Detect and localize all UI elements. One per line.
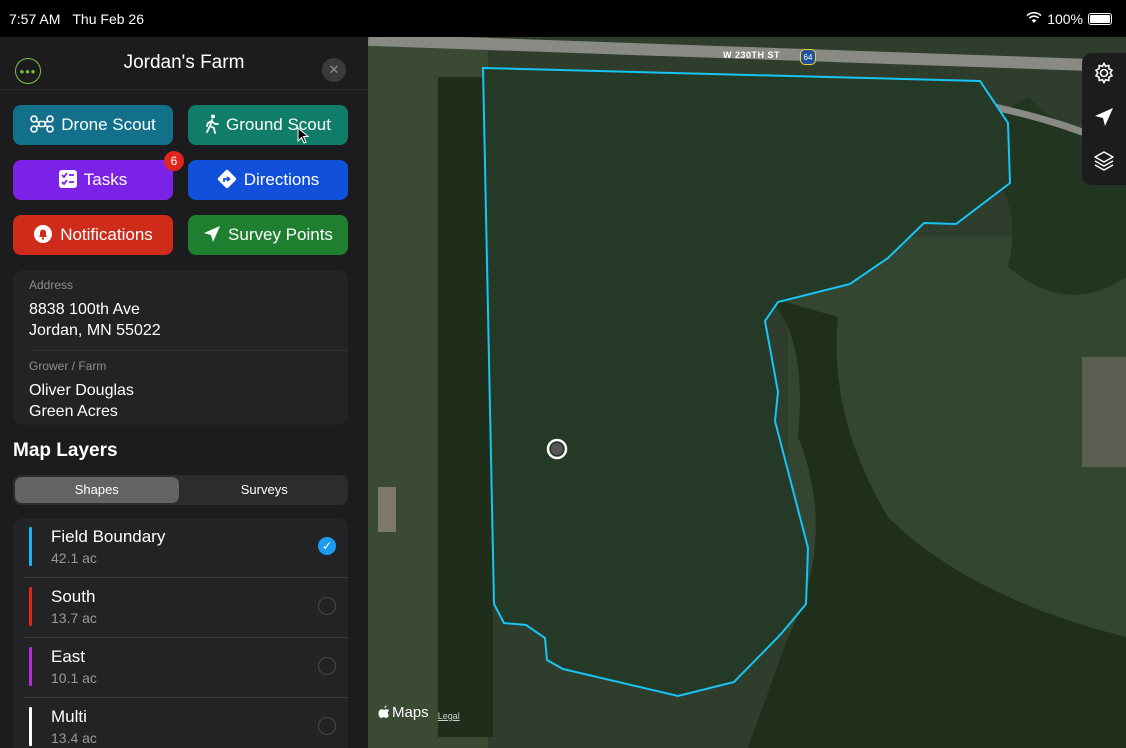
map-controls xyxy=(1082,53,1126,185)
bell-icon xyxy=(33,224,53,247)
legal-link[interactable]: Legal xyxy=(438,711,460,721)
address-line-1: 8838 100th Ave xyxy=(29,301,140,318)
address-line-2: Jordan, MN 55022 xyxy=(29,322,161,339)
layer-name: East xyxy=(51,647,86,666)
layer-color-swatch xyxy=(29,587,32,626)
drone-scout-button[interactable]: Drone Scout xyxy=(13,105,173,145)
tasks-label: Tasks xyxy=(83,170,128,189)
tab-shapes[interactable]: Shapes xyxy=(15,477,179,503)
panel-header: ••• Jordan's Farm ✕ xyxy=(0,37,368,90)
notifications-button[interactable]: Notifications xyxy=(13,215,173,255)
battery-icon xyxy=(1088,12,1112,25)
directions-icon xyxy=(217,169,237,192)
notifications-label: Notifications xyxy=(60,225,153,244)
checklist-icon xyxy=(58,169,77,191)
satellite-map[interactable]: W 230TH ST 64 Maps Legal xyxy=(368,37,1126,748)
status-time: 7:57 AM xyxy=(9,10,61,27)
grower-label: Grower / Farm xyxy=(29,359,107,373)
drone-icon xyxy=(30,114,55,136)
maps-logo: Maps xyxy=(378,704,429,721)
layer-name: South xyxy=(51,587,96,606)
route-shield-icon: 64 xyxy=(800,49,816,65)
ground-scout-button[interactable]: Ground Scout xyxy=(188,105,348,145)
location-arrow-icon xyxy=(1094,107,1114,132)
apple-logo-icon xyxy=(378,705,390,718)
layer-area: 13.7 ac xyxy=(51,610,97,626)
road-label: W 230TH ST xyxy=(723,50,781,60)
apple-maps-attribution: Maps Legal xyxy=(378,704,460,721)
mouse-pointer-icon xyxy=(297,127,310,144)
farm-name: Green Acres xyxy=(29,403,118,420)
walking-person-icon xyxy=(205,114,219,137)
tab-surveys[interactable]: Surveys xyxy=(183,477,347,503)
panel-title: Jordan's Farm xyxy=(123,52,245,73)
layer-row-south[interactable]: South 13.7 ac xyxy=(24,578,348,638)
directions-label: Directions xyxy=(243,170,320,189)
layer-name: Multi xyxy=(51,707,87,726)
farm-info-card: Address 8838 100th Ave Jordan, MN 55022 … xyxy=(13,270,348,425)
unchecked-circle-icon[interactable] xyxy=(318,717,336,735)
drone-scout-label: Drone Scout xyxy=(61,115,156,134)
status-date: Thu Feb 26 xyxy=(72,10,144,27)
directions-button[interactable]: Directions xyxy=(188,160,348,200)
unchecked-circle-icon[interactable] xyxy=(318,597,336,615)
map-layers-button[interactable] xyxy=(1082,141,1126,185)
map-layers-title: Map Layers xyxy=(13,440,118,461)
layer-area: 13.4 ac xyxy=(51,730,97,746)
layer-area: 42.1 ac xyxy=(51,550,97,566)
satellite-imagery xyxy=(368,37,1126,748)
layer-name: Field Boundary xyxy=(51,527,166,546)
layer-color-swatch xyxy=(29,527,32,566)
layer-type-segmented-control: Shapes Surveys xyxy=(13,475,348,505)
close-button[interactable]: ✕ xyxy=(322,58,346,82)
layer-row-multi[interactable]: Multi 13.4 ac xyxy=(24,698,348,748)
layer-color-swatch xyxy=(29,707,32,746)
tasks-button[interactable]: Tasks 6 xyxy=(13,151,184,200)
gear-icon xyxy=(1093,61,1115,89)
survey-points-button[interactable]: Survey Points xyxy=(188,215,348,255)
unchecked-circle-icon[interactable] xyxy=(318,657,336,675)
tasks-badge: 6 xyxy=(164,151,184,171)
address-section: Address 8838 100th Ave Jordan, MN 55022 xyxy=(13,270,348,341)
grower-section: Grower / Farm Oliver Douglas Green Acres xyxy=(13,351,348,422)
battery-percent: 100% xyxy=(1047,10,1083,27)
grower-name: Oliver Douglas xyxy=(29,382,134,399)
location-arrow-icon xyxy=(203,225,221,246)
layer-area: 10.1 ac xyxy=(51,670,97,686)
locate-me-button[interactable] xyxy=(1082,97,1126,141)
maps-label: Maps xyxy=(392,703,429,721)
wifi-icon xyxy=(1026,11,1042,27)
side-panel: ••• Jordan's Farm ✕ Drone Scout Ground S… xyxy=(0,37,368,748)
survey-points-label: Survey Points xyxy=(228,225,333,244)
layer-row-east[interactable]: East 10.1 ac xyxy=(24,638,348,698)
checkmark-icon[interactable]: ✓ xyxy=(318,537,336,555)
layers-icon xyxy=(1093,150,1115,177)
status-bar: 7:57 AM Thu Feb 26 100% xyxy=(0,0,1126,37)
close-icon: ✕ xyxy=(328,62,340,77)
layer-row-field-boundary[interactable]: Field Boundary 42.1 ac ✓ xyxy=(24,518,348,578)
settings-button[interactable] xyxy=(1082,53,1126,97)
layer-color-swatch xyxy=(29,647,32,686)
ground-scout-label: Ground Scout xyxy=(226,115,331,134)
layer-list: Field Boundary 42.1 ac ✓ South 13.7 ac E… xyxy=(13,518,348,748)
address-label: Address xyxy=(29,278,74,292)
ellipsis-icon: ••• xyxy=(19,63,37,79)
more-options-button[interactable]: ••• xyxy=(15,58,41,84)
